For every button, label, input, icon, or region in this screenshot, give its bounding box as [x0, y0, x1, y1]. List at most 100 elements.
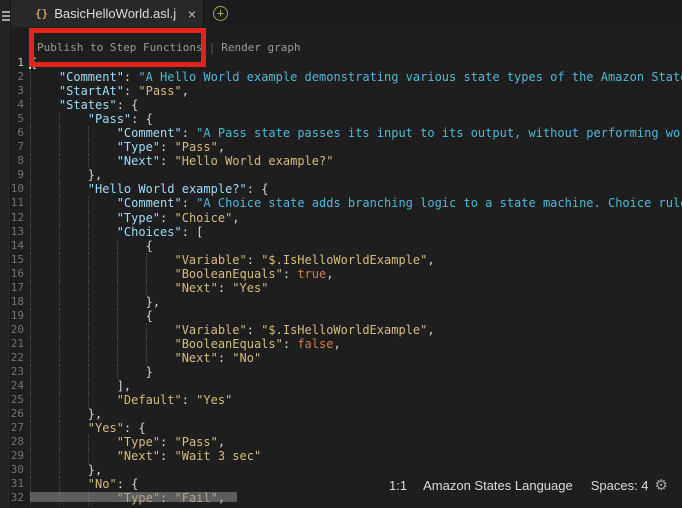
indent-guide — [88, 323, 89, 337]
indent-guide — [88, 295, 89, 309]
code-line[interactable]: 7"Type": "Pass", — [0, 140, 682, 154]
indent-guide — [88, 239, 89, 253]
line-number: 18 — [0, 295, 24, 308]
indent-guide — [146, 323, 147, 337]
code-line[interactable]: 22"Next": "No" — [0, 351, 682, 365]
horizontal-scrollbar[interactable] — [30, 492, 237, 502]
line-number: 32 — [0, 491, 24, 504]
line-number: 6 — [0, 126, 24, 139]
indent-guide — [30, 253, 31, 267]
indent-guide — [59, 239, 60, 253]
indent-guide — [59, 154, 60, 168]
line-number: 19 — [0, 309, 24, 322]
indent-guide — [117, 337, 118, 351]
indent-guide — [30, 295, 31, 309]
code-line[interactable]: 6"Comment": "A Pass state passes its inp… — [0, 126, 682, 140]
render-graph-link[interactable]: Render graph — [221, 41, 300, 54]
indent-guide — [30, 463, 31, 477]
indent-guide — [59, 182, 60, 196]
line-number: 3 — [0, 84, 24, 97]
indent-guide — [30, 407, 31, 421]
indent-guide — [88, 225, 89, 239]
code-line[interactable]: 3"StartAt": "Pass", — [0, 84, 682, 98]
line-number: 5 — [0, 112, 24, 125]
tab-bar: {} BasicHelloWorld.asl.json × + — [11, 0, 682, 27]
annotation-highlight-box — [29, 28, 206, 67]
code-line[interactable]: 27"Yes": { — [0, 421, 682, 435]
indent-guide — [59, 140, 60, 154]
cursor-position[interactable]: 1:1 — [389, 478, 407, 493]
editor-code-area[interactable]: 1{2"Comment": "A Hello World example dem… — [0, 56, 682, 506]
line-number: 12 — [0, 211, 24, 224]
line-number: 20 — [0, 323, 24, 336]
code-line[interactable]: 10"Hello World example?": { — [0, 182, 682, 196]
line-number: 14 — [0, 239, 24, 252]
code-line[interactable]: 5"Pass": { — [0, 112, 682, 126]
close-icon[interactable]: × — [188, 7, 196, 21]
indent-guide — [146, 351, 147, 365]
code-line[interactable]: 20"Variable": "$.IsHelloWorldExample", — [0, 323, 682, 337]
code-line[interactable]: 2"Comment": "A Hello World example demon… — [0, 70, 682, 84]
line-number: 27 — [0, 421, 24, 434]
line-number: 9 — [0, 168, 24, 181]
line-number: 21 — [0, 337, 24, 350]
indent-guide — [30, 267, 31, 281]
line-number: 4 — [0, 98, 24, 111]
code-line[interactable]: 23} — [0, 365, 682, 379]
code-line[interactable]: 19{ — [0, 309, 682, 323]
indentation-setting[interactable]: Spaces: 4 — [591, 478, 649, 493]
line-number: 15 — [0, 253, 24, 266]
language-mode[interactable]: Amazon States Language — [423, 478, 573, 493]
indent-guide — [30, 309, 31, 323]
indent-guide — [59, 421, 60, 435]
indent-guide — [88, 309, 89, 323]
indent-guide — [59, 309, 60, 323]
indent-guide — [59, 407, 60, 421]
line-number: 26 — [0, 407, 24, 420]
gear-icon[interactable]: ⚙ — [655, 478, 668, 493]
code-line[interactable]: 24], — [0, 379, 682, 393]
code-line[interactable]: 16"BooleanEquals": true, — [0, 267, 682, 281]
code-line[interactable]: 4"States": { — [0, 98, 682, 112]
tab-basichelloworld[interactable]: {} BasicHelloWorld.asl.json × — [11, 0, 204, 27]
menu-icon[interactable] — [2, 11, 10, 23]
code-line[interactable]: 29"Next": "Wait 3 sec" — [0, 449, 682, 463]
line-number: 23 — [0, 365, 24, 378]
indent-guide — [30, 84, 31, 98]
indent-guide — [88, 351, 89, 365]
code-line[interactable]: 26}, — [0, 407, 682, 421]
line-number: 10 — [0, 182, 24, 195]
indent-guide — [30, 435, 31, 449]
indent-guide — [59, 323, 60, 337]
code-line[interactable]: 14{ — [0, 239, 682, 253]
code-line[interactable]: 12"Type": "Choice", — [0, 211, 682, 225]
indent-guide — [146, 253, 147, 267]
indent-guide — [59, 126, 60, 140]
indent-guide — [59, 267, 60, 281]
code-line[interactable]: 28"Type": "Pass", — [0, 435, 682, 449]
indent-guide — [30, 140, 31, 154]
new-tab-button[interactable]: + — [213, 6, 228, 21]
indent-guide — [59, 295, 60, 309]
code-line[interactable]: 8"Next": "Hello World example?" — [0, 154, 682, 168]
code-line[interactable]: 25"Default": "Yes" — [0, 393, 682, 407]
code-line[interactable]: 21"BooleanEquals": false, — [0, 337, 682, 351]
code-line[interactable]: 9}, — [0, 168, 682, 182]
indent-guide — [59, 337, 60, 351]
indent-guide — [59, 477, 60, 491]
code-line[interactable]: 13"Choices": [ — [0, 225, 682, 239]
line-number: 7 — [0, 140, 24, 153]
indent-guide — [88, 196, 89, 210]
code-line[interactable]: 17"Next": "Yes" — [0, 281, 682, 295]
indent-guide — [30, 351, 31, 365]
indent-guide — [30, 196, 31, 210]
indent-guide — [30, 379, 31, 393]
indent-guide — [30, 126, 31, 140]
indent-guide — [30, 365, 31, 379]
code-line[interactable]: 11"Comment": "A Choice state adds branch… — [0, 196, 682, 210]
indent-guide — [59, 281, 60, 295]
code-line[interactable]: 15"Variable": "$.IsHelloWorldExample", — [0, 253, 682, 267]
code-line[interactable]: 18}, — [0, 295, 682, 309]
code-line[interactable]: 30}, — [0, 463, 682, 477]
vscode-editor-window: {} BasicHelloWorld.asl.json × + Publish … — [0, 0, 682, 508]
